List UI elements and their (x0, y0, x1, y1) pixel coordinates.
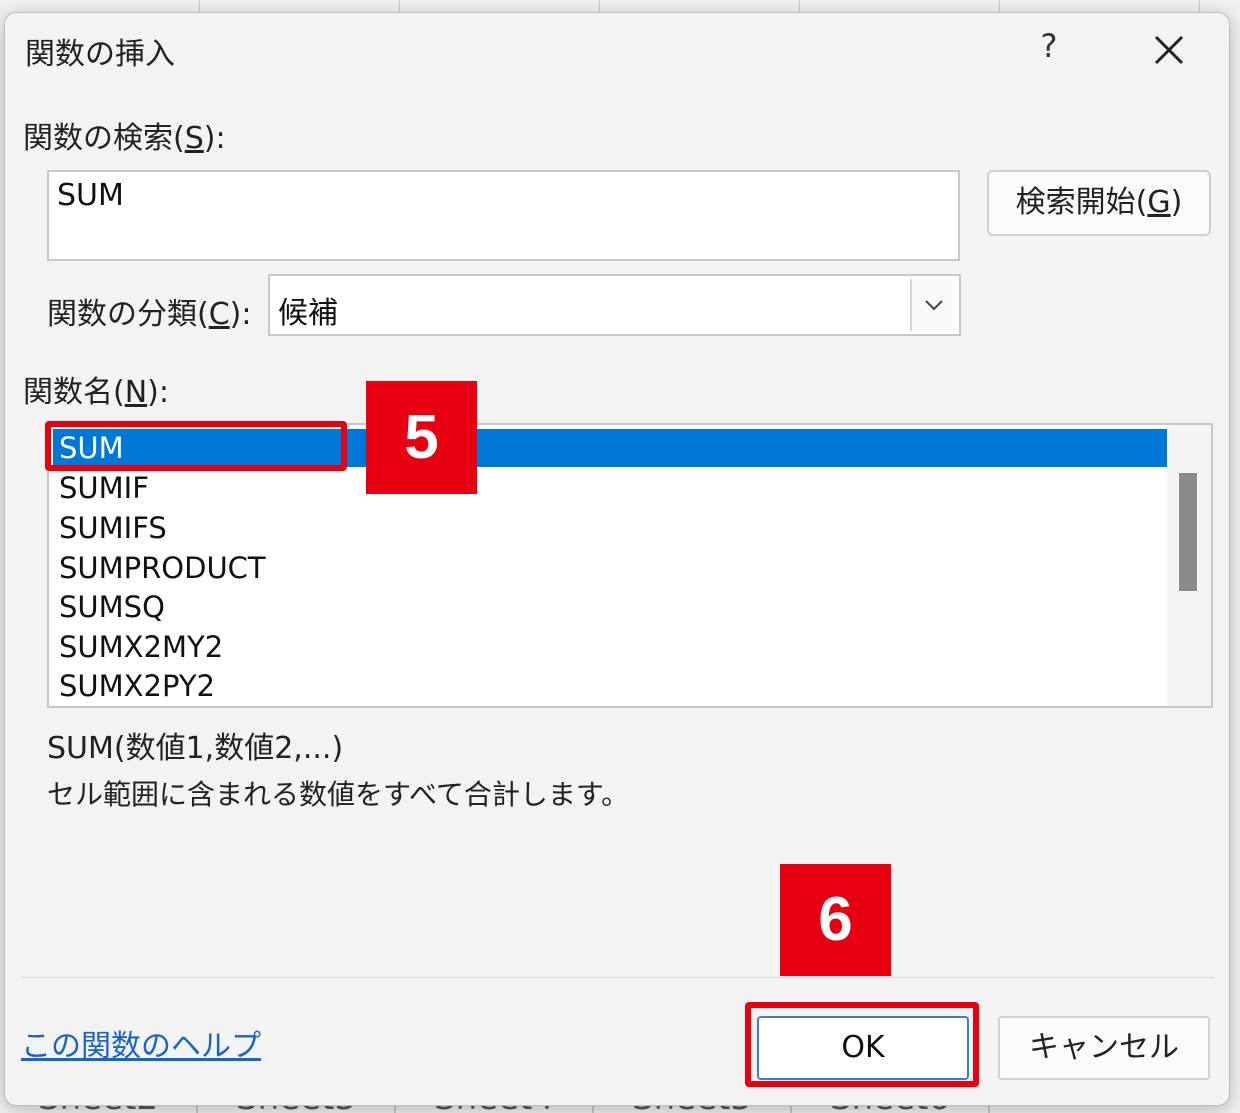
title-bar: 関数の挿入 ? (5, 13, 1229, 89)
cancel-button[interactable]: キャンセル (998, 1016, 1210, 1080)
list-item[interactable]: SUM (53, 429, 1167, 467)
help-button[interactable]: ? (1029, 27, 1069, 71)
search-start-button[interactable]: 検索開始(G) (987, 170, 1211, 236)
list-item[interactable]: SUMIFS (53, 509, 1167, 547)
category-label: 関数の分類(C): (47, 297, 252, 332)
footer-divider (21, 977, 1215, 978)
list-scrollbar[interactable] (1167, 425, 1211, 706)
category-select[interactable]: 候補 (268, 274, 961, 336)
list-item[interactable]: SUMX2PY2 (53, 667, 1167, 705)
search-input[interactable]: SUM (47, 170, 960, 261)
dialog-title: 関数の挿入 (25, 37, 175, 72)
function-description: セル範囲に含まれる数値をすべて合計します。 (47, 778, 630, 811)
insert-function-dialog: 関数の挿入 ? 関数の検索(S): SUM 検索開始(G) 関数の分類(C): … (4, 12, 1230, 1106)
close-icon (1154, 35, 1184, 65)
close-button[interactable] (1145, 27, 1193, 73)
ok-button[interactable]: OK (757, 1016, 969, 1080)
function-name-label: 関数名(N): (23, 375, 169, 410)
list-item[interactable]: SUMIF (53, 469, 1167, 507)
function-help-link[interactable]: この関数のヘルプ (21, 1021, 261, 1065)
dropdown-button[interactable] (910, 279, 956, 331)
list-item[interactable]: SUMX2MY2 (53, 628, 1167, 666)
scrollbar-thumb[interactable] (1179, 473, 1197, 591)
search-label: 関数の検索(S): (23, 121, 226, 156)
list-item[interactable]: SUMPRODUCT (53, 549, 1167, 587)
function-syntax: SUM(数値1,数値2,...) (47, 731, 344, 766)
chevron-down-icon (925, 300, 943, 311)
function-list[interactable]: SUM SUMIF SUMIFS SUMPRODUCT SUMSQ SUMX2M… (47, 423, 1213, 708)
list-item[interactable]: SUMSQ (53, 588, 1167, 626)
category-selected-value: 候補 (278, 296, 338, 331)
